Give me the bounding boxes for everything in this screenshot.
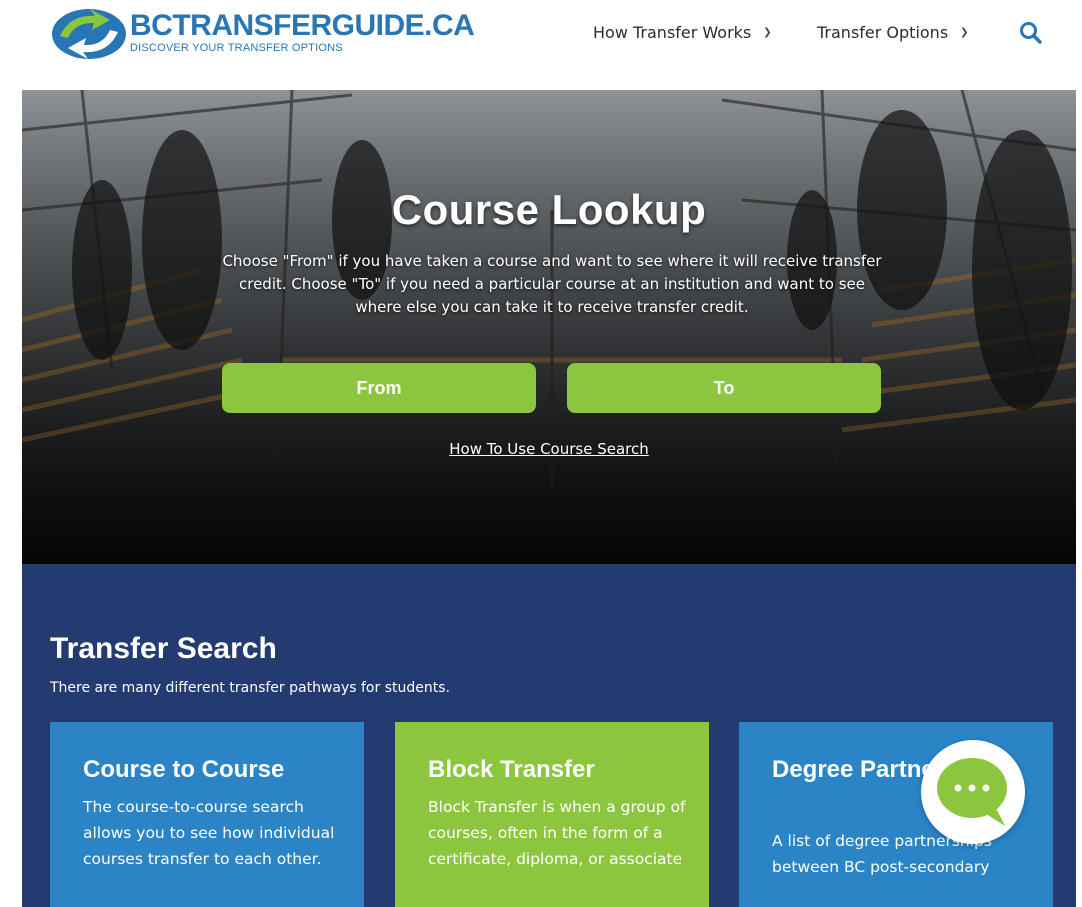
- logo-title: BCTRANSFERGUIDE.CA: [130, 9, 475, 42]
- card-text: The course-to-course search allows you t…: [83, 798, 335, 868]
- card-title: Course to Course: [83, 756, 285, 783]
- logo-icon: [52, 9, 126, 59]
- section-title: Transfer Search: [50, 632, 277, 665]
- site-header: BCTRANSFERGUIDE.CA DISCOVER YOUR TRANSFE…: [0, 0, 1082, 90]
- transfer-search-section: Transfer Search There are many different…: [22, 564, 1076, 907]
- nav-transfer-options[interactable]: Transfer Options ❯: [817, 20, 969, 44]
- card-course-to-course[interactable]: Course to Course The course-to-course se…: [50, 722, 364, 907]
- nav-label: Transfer Options: [817, 22, 949, 42]
- search-icon[interactable]: [1018, 20, 1044, 46]
- logo-subtitle: DISCOVER YOUR TRANSFER OPTIONS: [130, 42, 343, 54]
- hero-description: Choose "From" if you have taken a course…: [222, 252, 882, 316]
- chevron-down-icon: ❯: [763, 26, 772, 38]
- chevron-down-icon: ❯: [960, 26, 969, 38]
- chat-bubble-icon: [937, 758, 1007, 826]
- hero-title: Course Lookup: [391, 186, 707, 233]
- nav-label: How Transfer Works: [593, 22, 752, 42]
- nav-how-transfer-works[interactable]: How Transfer Works ❯: [593, 20, 772, 44]
- how-to-use-course-search-link[interactable]: How To Use Course Search: [22, 440, 1076, 458]
- card-text: Block Transfer is when a group of course…: [428, 798, 686, 868]
- chat-widget-button[interactable]: [921, 740, 1025, 844]
- hero-background-image: [22, 90, 1076, 564]
- hero-course-lookup: Course Lookup Choose "From" if you have …: [22, 90, 1076, 564]
- card-title: Block Transfer: [428, 756, 595, 783]
- card-block-transfer[interactable]: Block Transfer Block Transfer is when a …: [395, 722, 709, 907]
- section-description: There are many different transfer pathwa…: [50, 680, 450, 696]
- site-logo[interactable]: BCTRANSFERGUIDE.CA DISCOVER YOUR TRANSFE…: [50, 6, 475, 61]
- to-button[interactable]: To: [567, 363, 881, 413]
- from-button[interactable]: From: [222, 363, 536, 413]
